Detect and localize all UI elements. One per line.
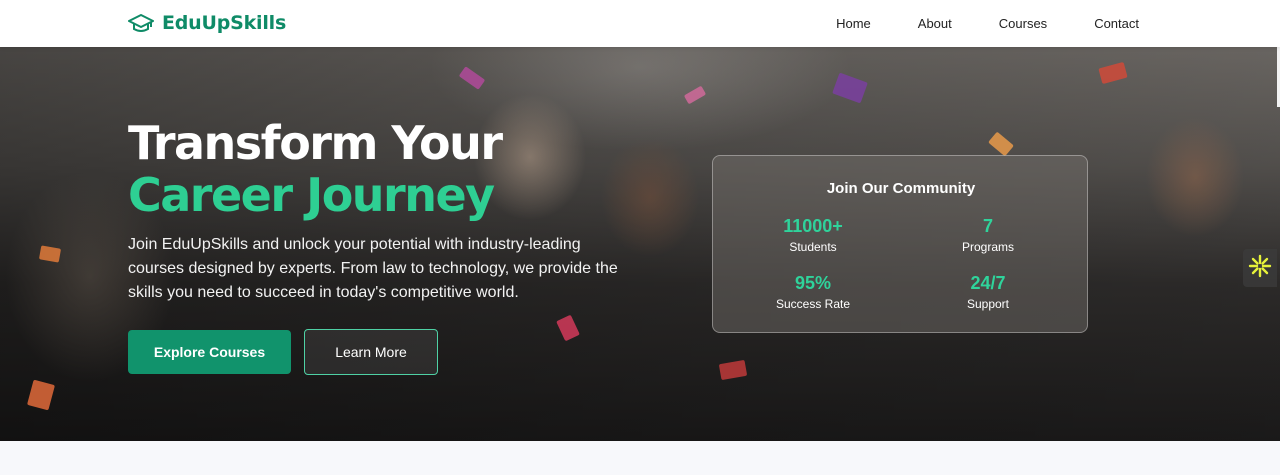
community-title: Join Our Community: [826, 180, 976, 197]
nav-home-link[interactable]: Home: [836, 16, 871, 31]
brand-logo[interactable]: EduUpSkills: [128, 9, 286, 37]
stat-value: 24/7: [970, 273, 1006, 293]
hero-description: Join EduUpSkills and unlock your potenti…: [128, 236, 618, 301]
headline-line-2: Career Journey: [128, 168, 495, 222]
stat-value: 11000+: [783, 216, 843, 236]
stat-success-rate: 95% Success Rate: [719, 272, 907, 312]
sparkle-icon: [1248, 254, 1272, 283]
stat-label: Support: [966, 297, 1010, 311]
stat-value: 7: [982, 216, 993, 236]
stat-support: 24/7 Support: [894, 272, 1082, 312]
stat-value: 95%: [794, 273, 832, 293]
hero-headline: Transform Your Career Journey: [128, 117, 688, 221]
explore-courses-label: Explore Courses: [153, 344, 266, 360]
brand-name: EduUpSkills: [162, 12, 287, 34]
learn-more-label: Learn More: [335, 344, 407, 360]
learn-more-button[interactable]: Learn More: [304, 329, 438, 375]
explore-courses-button[interactable]: Explore Courses: [128, 330, 291, 374]
community-card: Join Our Community 11000+ Students 7 Pro…: [712, 155, 1088, 333]
stat-students: 11000+ Students: [719, 215, 907, 255]
main-nav: Home About Courses Contact: [836, 0, 1139, 47]
side-widget-tab[interactable]: [1243, 249, 1277, 287]
nav-courses-link[interactable]: Courses: [999, 16, 1047, 31]
navbar: EduUpSkills Home About Courses Contact: [0, 0, 1280, 47]
stat-label: Students: [789, 240, 837, 254]
stat-label: Success Rate: [775, 297, 851, 311]
stat-label: Programs: [961, 240, 1014, 254]
stat-programs: 7 Programs: [894, 215, 1082, 255]
nav-contact-link[interactable]: Contact: [1094, 16, 1139, 31]
nav-about-link[interactable]: About: [918, 16, 952, 31]
graduation-cap-icon: [128, 13, 154, 33]
headline-line-1: Transform Your: [128, 116, 503, 170]
hero-section: Transform Your Career Journey Join EduUp…: [0, 47, 1280, 441]
